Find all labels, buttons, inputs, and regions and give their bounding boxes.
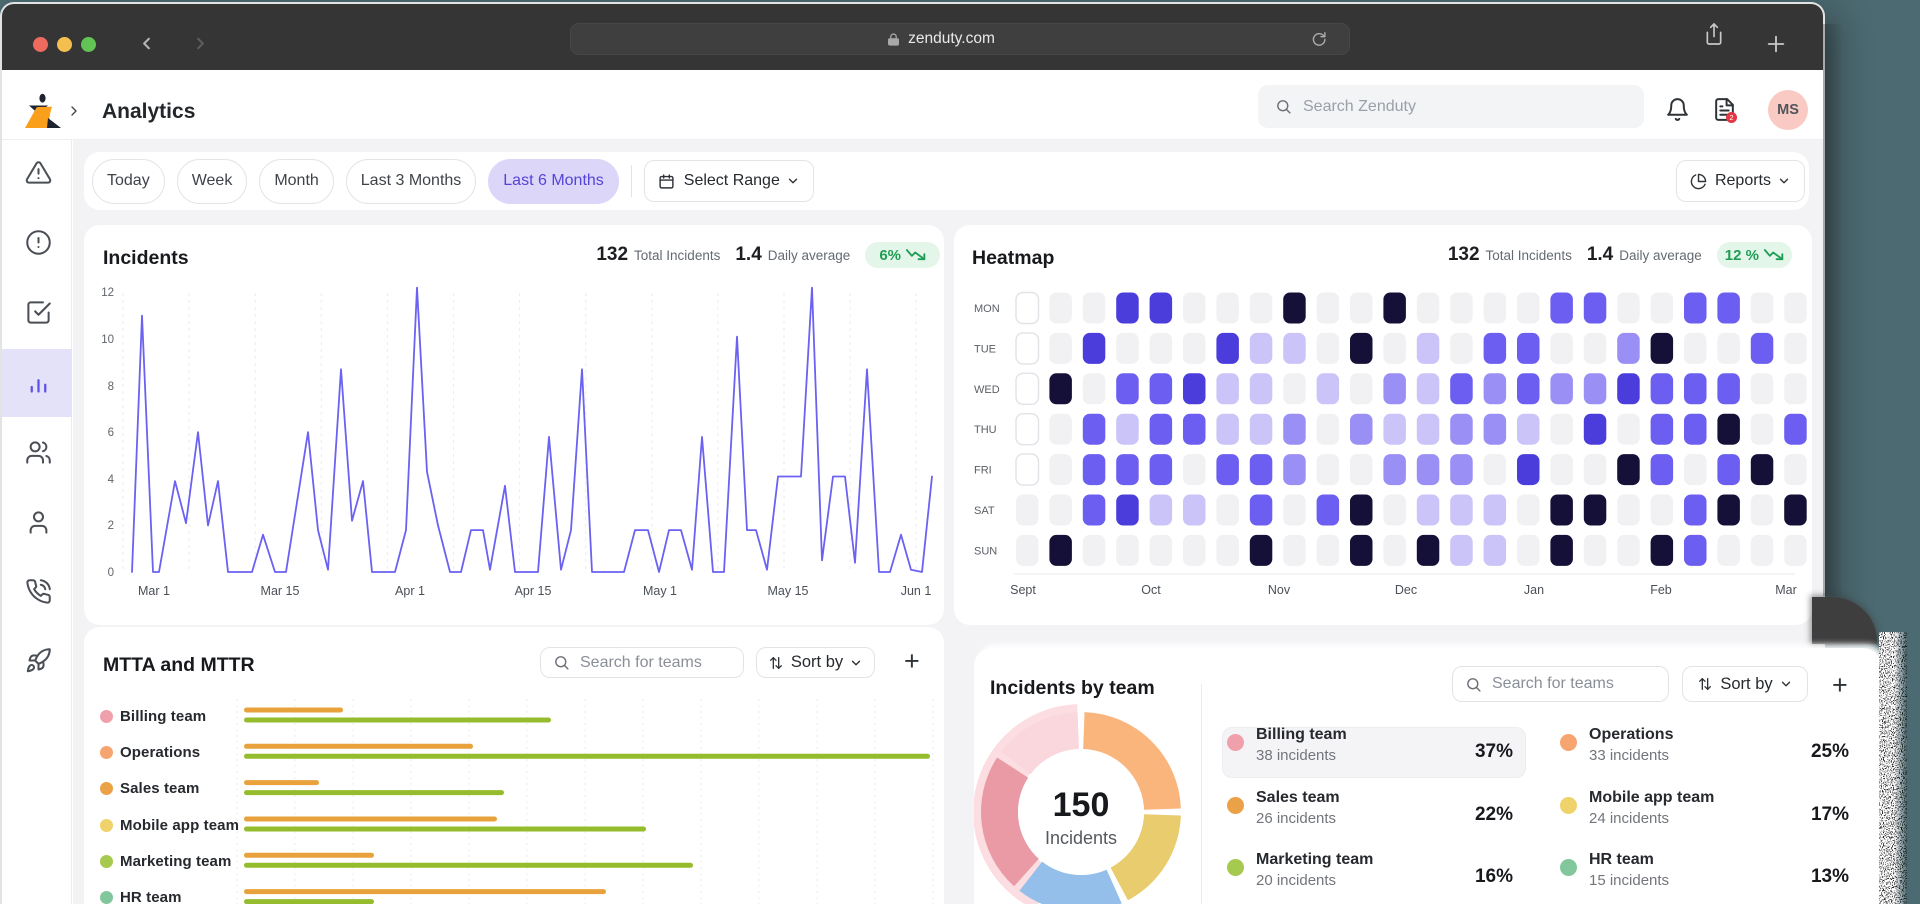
svg-text:Jun 1: Jun 1 xyxy=(901,584,932,598)
svg-text:THU: THU xyxy=(974,424,997,436)
svg-text:May 15: May 15 xyxy=(768,584,809,598)
svg-text:May 1: May 1 xyxy=(643,584,677,598)
svg-text:0: 0 xyxy=(108,567,114,579)
svg-text:WED: WED xyxy=(974,384,1000,396)
svg-text:TUE: TUE xyxy=(974,343,996,355)
svg-text:Apr 15: Apr 15 xyxy=(515,584,552,598)
svg-text:8: 8 xyxy=(108,381,114,393)
svg-text:Mar 15: Mar 15 xyxy=(261,584,300,598)
svg-text:Apr 1: Apr 1 xyxy=(395,584,425,598)
svg-text:Feb: Feb xyxy=(1650,583,1672,597)
svg-text:FRI: FRI xyxy=(974,465,992,477)
svg-text:Mar 1: Mar 1 xyxy=(138,584,170,598)
svg-text:Nov: Nov xyxy=(1268,583,1291,597)
svg-text:Sept: Sept xyxy=(1010,583,1036,597)
svg-text:Dec: Dec xyxy=(1395,583,1417,597)
svg-text:2: 2 xyxy=(108,520,114,532)
svg-text:SAT: SAT xyxy=(974,505,995,517)
svg-text:MON: MON xyxy=(974,303,1000,315)
svg-text:SUN: SUN xyxy=(974,545,997,557)
svg-text:Oct: Oct xyxy=(1141,583,1161,597)
svg-text:10: 10 xyxy=(101,334,114,346)
svg-text:4: 4 xyxy=(108,474,115,486)
svg-text:12: 12 xyxy=(101,287,114,299)
svg-text:Jan: Jan xyxy=(1524,583,1544,597)
svg-text:Mar: Mar xyxy=(1775,583,1797,597)
svg-text:6: 6 xyxy=(108,427,114,439)
